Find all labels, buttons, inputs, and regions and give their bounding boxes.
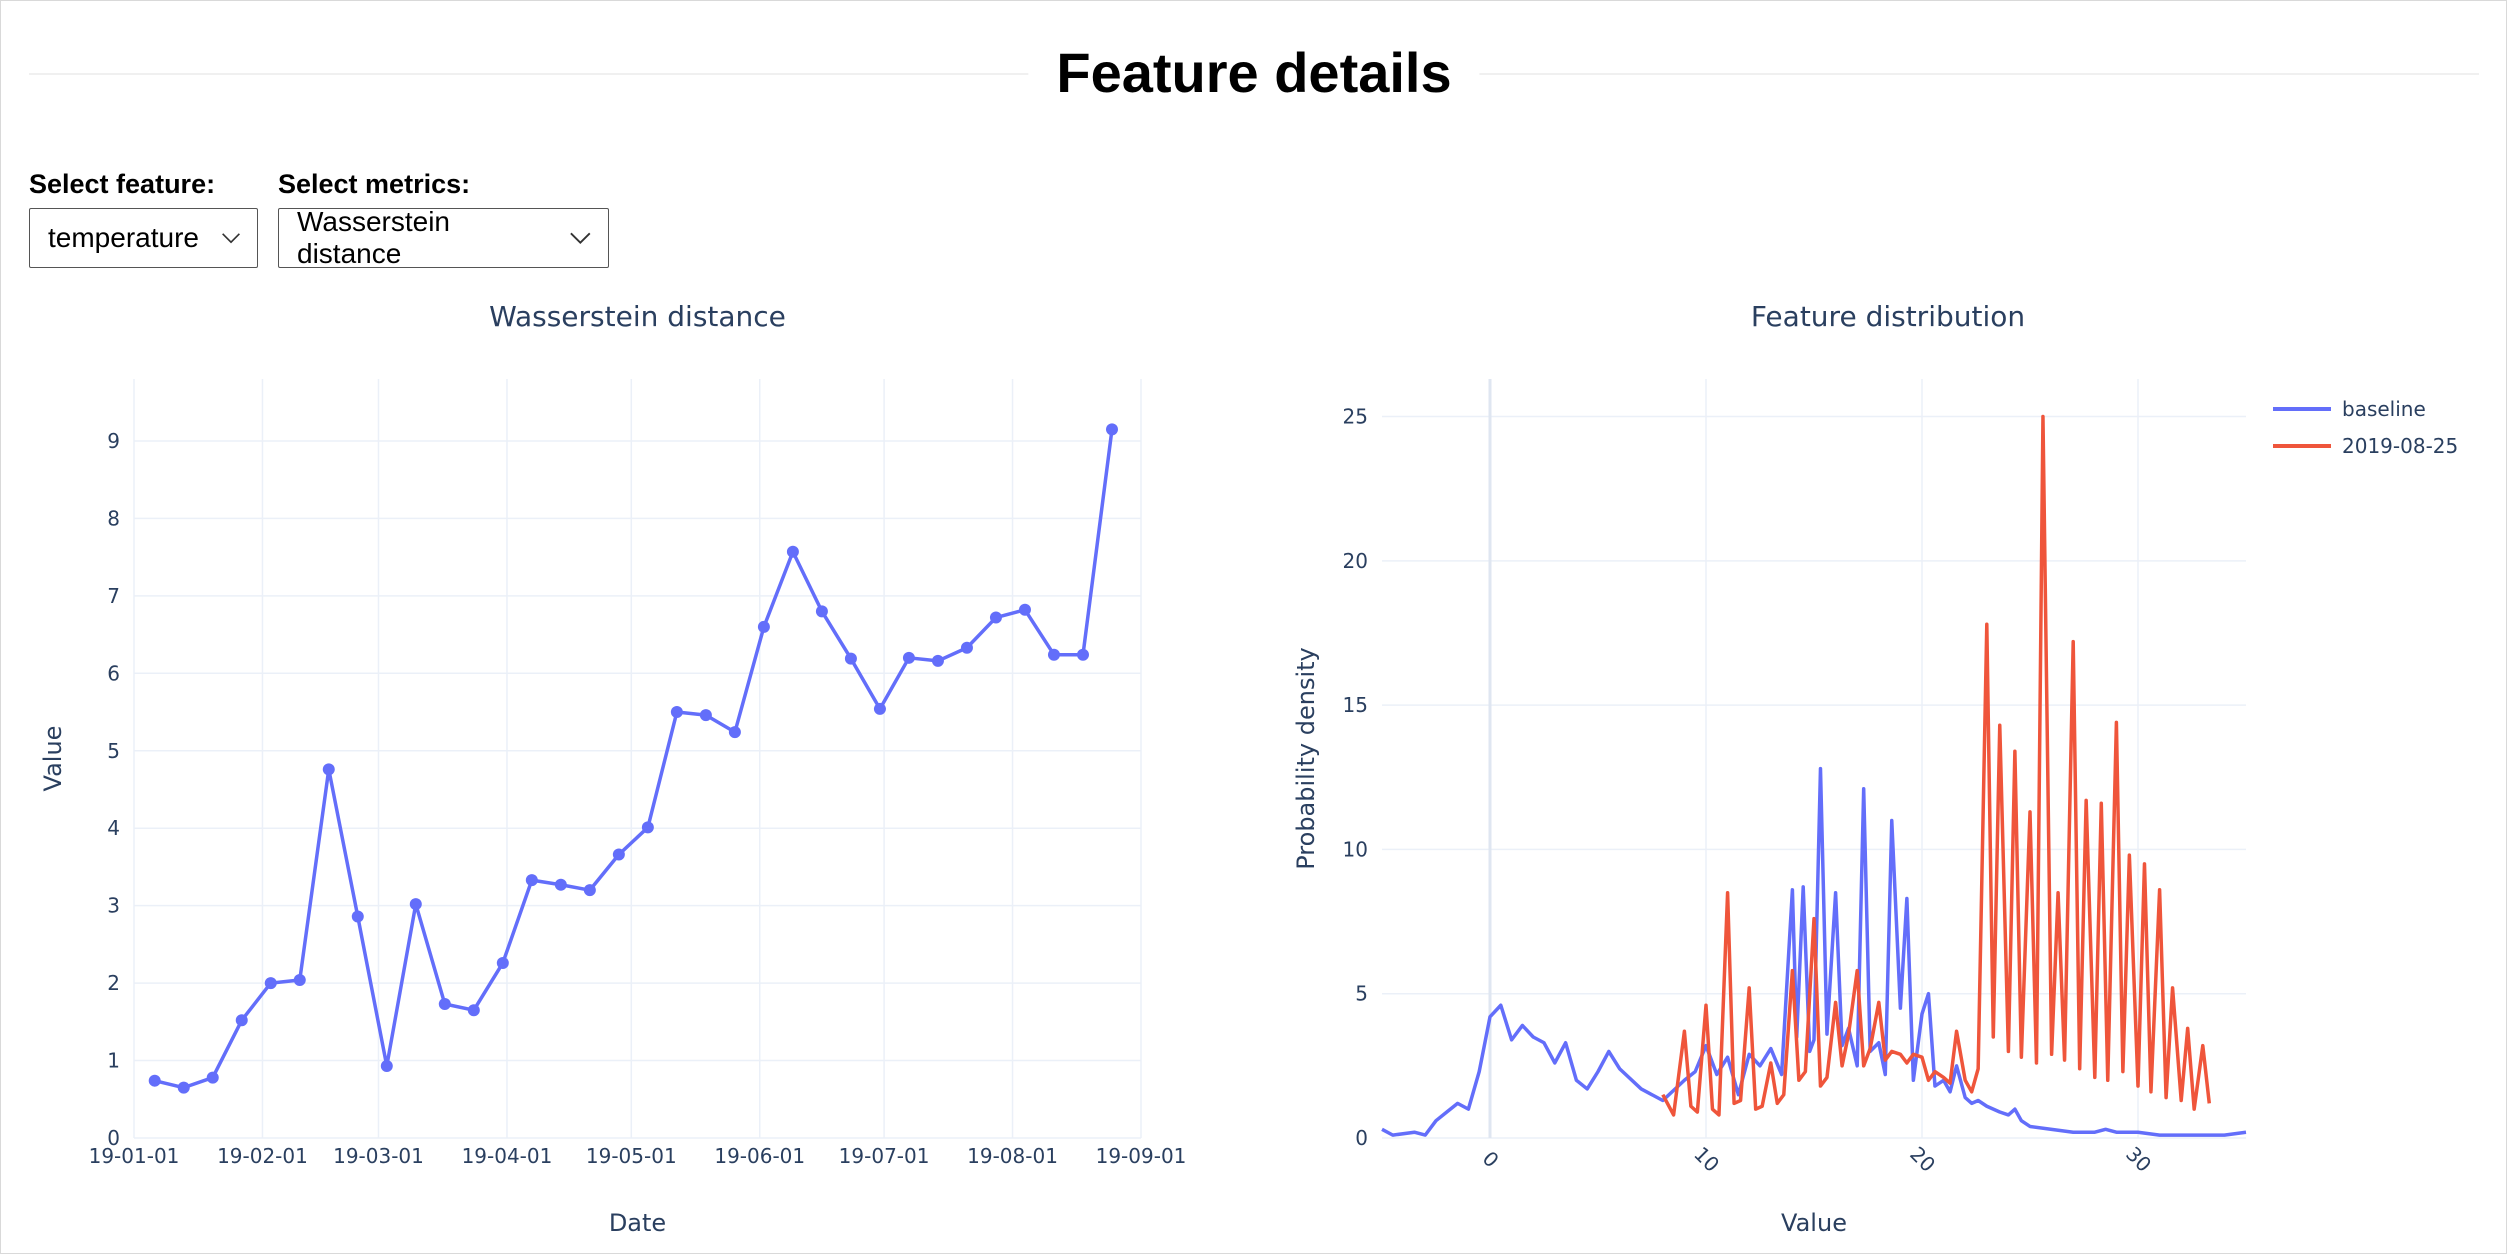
y-tick-label: 0 xyxy=(107,1126,120,1150)
y-tick-label: 3 xyxy=(107,894,120,918)
x-tick-label: 19-01-01 xyxy=(89,1144,180,1168)
data-point xyxy=(264,977,277,990)
data-point xyxy=(496,956,509,969)
x-tick-label: 19-07-01 xyxy=(839,1144,930,1168)
y-axis-label: Probability density xyxy=(1292,647,1320,870)
feature-select-label: Select feature: xyxy=(29,169,216,199)
data-point xyxy=(641,821,654,834)
chart-title: Feature distribution xyxy=(1751,300,2025,333)
x-tick-label: 19-09-01 xyxy=(1096,1144,1187,1168)
chevron-down-icon xyxy=(570,232,591,245)
metric-select-value: Wasserstein distance xyxy=(297,206,451,269)
y-tick-label: 6 xyxy=(107,661,120,685)
data-point xyxy=(583,884,596,897)
data-point xyxy=(670,706,683,719)
feature-select[interactable]: temperature xyxy=(29,208,258,268)
y-tick-label: 4 xyxy=(107,816,120,840)
x-tick-label: 19-08-01 xyxy=(967,1144,1058,1168)
data-point xyxy=(467,1004,480,1017)
data-point xyxy=(554,878,567,891)
series-line xyxy=(1381,766,2247,1137)
data-point xyxy=(351,910,364,923)
data-point xyxy=(525,874,538,887)
data-point xyxy=(757,620,770,633)
data-point xyxy=(1076,648,1089,661)
x-tick-label: 30 xyxy=(2121,1142,2156,1177)
data-point xyxy=(699,709,712,722)
data-point xyxy=(902,651,915,664)
data-point xyxy=(206,1071,219,1084)
data-point xyxy=(322,763,335,776)
controls-bar: Select feature: temperature Select metri… xyxy=(29,169,609,269)
y-tick-label: 10 xyxy=(1343,837,1368,861)
data-point xyxy=(931,654,944,667)
data-point xyxy=(815,605,828,618)
legend-label: 2019-08-25 xyxy=(2342,434,2458,458)
data-point xyxy=(1047,648,1060,661)
data-point xyxy=(989,611,1002,624)
series-line xyxy=(1661,414,2212,1117)
y-tick-label: 0 xyxy=(1355,1126,1368,1150)
series-line xyxy=(154,429,1114,1090)
metric-select-label: Select metrics: xyxy=(278,169,471,199)
data-point xyxy=(409,898,422,911)
y-tick-label: 1 xyxy=(107,1049,120,1073)
y-axis-label: Value xyxy=(39,726,67,792)
x-tick-label: 19-03-01 xyxy=(333,1144,424,1168)
data-point xyxy=(380,1059,393,1072)
metric-select[interactable]: Wasserstein distance xyxy=(278,206,609,269)
y-tick-label: 15 xyxy=(1343,693,1368,717)
y-tick-label: 8 xyxy=(107,506,120,530)
x-tick-label: 19-02-01 xyxy=(217,1144,308,1168)
chevron-down-icon xyxy=(222,233,240,244)
data-point xyxy=(177,1081,190,1094)
page-title: Feature details xyxy=(1028,31,1480,115)
x-tick-label: 19-05-01 xyxy=(586,1144,677,1168)
x-tick-label: 20 xyxy=(1905,1142,1940,1177)
y-tick-label: 7 xyxy=(107,584,120,608)
data-point xyxy=(873,702,886,715)
metric-control: Select metrics: Wasserstein distance xyxy=(278,169,609,269)
x-axis-label: Value xyxy=(1781,1209,1847,1237)
x-axis-label: Date xyxy=(609,1209,666,1237)
y-tick-label: 9 xyxy=(107,429,120,453)
x-tick-label: 19-06-01 xyxy=(714,1144,805,1168)
data-point xyxy=(1105,423,1118,436)
data-point xyxy=(728,726,741,739)
y-tick-label: 2 xyxy=(107,971,120,995)
x-tick-label: 19-04-01 xyxy=(462,1144,553,1168)
data-point xyxy=(235,1014,248,1027)
x-tick-label: 0 xyxy=(1478,1146,1504,1172)
data-point xyxy=(786,545,799,558)
y-tick-label: 5 xyxy=(1355,982,1368,1006)
data-point xyxy=(1018,603,1031,616)
y-tick-label: 20 xyxy=(1343,549,1368,573)
data-point xyxy=(148,1074,161,1087)
page-header: Feature details xyxy=(29,31,2479,121)
feature-control: Select feature: temperature xyxy=(29,169,258,268)
y-tick-label: 5 xyxy=(107,739,120,763)
x-tick-label: 10 xyxy=(1689,1142,1724,1177)
data-point xyxy=(438,998,451,1011)
feature-select-value: temperature xyxy=(48,222,199,253)
data-point xyxy=(844,652,857,665)
data-point xyxy=(612,848,625,861)
data-point xyxy=(960,641,973,654)
data-point xyxy=(293,974,306,987)
chart-title: Wasserstein distance xyxy=(489,300,786,333)
legend-label: baseline xyxy=(2342,397,2426,421)
y-tick-label: 25 xyxy=(1343,405,1368,429)
